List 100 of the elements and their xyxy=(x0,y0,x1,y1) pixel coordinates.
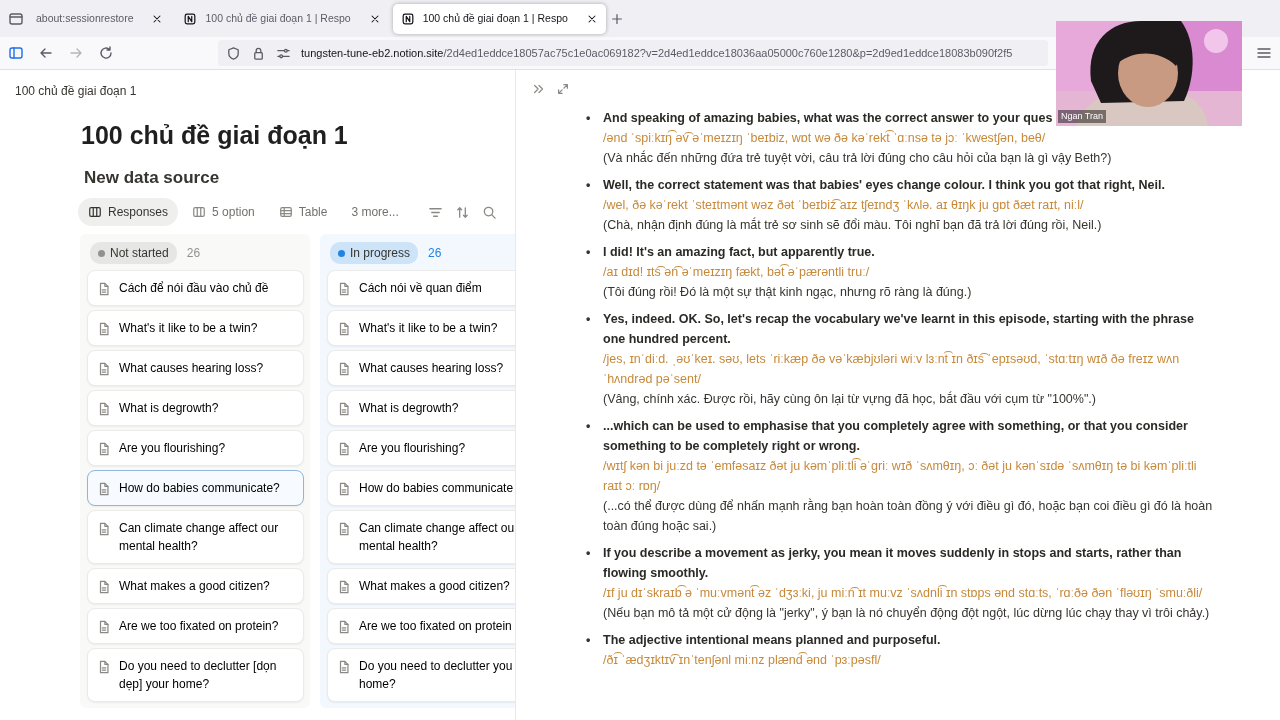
new-tab-icon[interactable] xyxy=(609,11,624,26)
board-card[interactable]: What is degrowth? xyxy=(327,390,515,426)
board-card[interactable]: Do you need to declutter [dọn dẹp] your home? xyxy=(87,648,304,702)
shield-icon xyxy=(226,45,241,61)
translation-text: (Và nhắc đến những đứa trẻ tuyệt vời, câu trả lời đúng cho câu hỏi của bạn là gì vậy Beth?) xyxy=(603,149,1112,167)
page-icon xyxy=(97,481,111,497)
page-icon xyxy=(97,281,111,297)
page-icon xyxy=(400,11,415,26)
page-icon xyxy=(337,441,351,457)
sentence-text: If you describe a movement as jerky, you mean it moves suddenly in stops and starts, rather than flowing smoothly. xyxy=(603,545,1183,582)
board-card[interactable]: What causes hearing loss? xyxy=(327,350,515,386)
page-icon xyxy=(97,659,111,675)
translation-text: (Tôi đúng rồi! Đó là một sự thật kinh ngạc, nhưng rõ ràng là đúng.) xyxy=(603,284,972,301)
reload-icon[interactable] xyxy=(98,45,114,61)
board-card[interactable]: Cách nói về quan điểm xyxy=(327,270,515,306)
bullet: • xyxy=(586,545,592,562)
phonetic-text: /ənd ˈspiːkɪŋ͡ əv͡ əˈmeɪzɪŋ ˈbeɪbiz, wɒt wə ðə kəˈrekt͡ ˈɑːnsə tə jɔː ˈkwestʃən, beθ/ xyxy=(603,129,1047,147)
breadcrumb[interactable]: 100 chủ đề giai đoạn 1 xyxy=(15,82,515,100)
more-views-button[interactable]: 3 more... xyxy=(341,198,409,226)
browser-tab[interactable]: 100 chủ đề giai đoạn 1 | Respo xyxy=(392,3,606,34)
board-icon xyxy=(88,205,102,219)
translation-text: (Vâng, chính xác. Được rồi, hãy cùng ôn lại từ vựng đã học, bắt đầu với cụm từ "100%".) xyxy=(603,390,1097,408)
browser-tab[interactable]: about:sessionrestore xyxy=(28,3,172,34)
participant-name: Ngan Tran xyxy=(1058,109,1107,123)
sentence-text: ...which can be used to emphasise that you completely agree with something, or that you consider something to be completely right or wrong. xyxy=(603,418,1189,455)
page-icon xyxy=(337,401,351,417)
view-tab[interactable]: 5 option xyxy=(182,198,265,226)
translation-text: (Chà, nhận định đúng là mắt trẻ sơ sinh sẽ đổi màu. Tôi nghĩ bạn đã trả lời đúng rồi, Neil.) xyxy=(603,216,1103,234)
card-count: 26 xyxy=(428,245,442,262)
translation-text: (Nếu bạn mô tả một cử động là "jerky", ý bạn là nó chuyển động đột ngột, lúc dừng lúc chạy thay vì trôi chảy.) xyxy=(603,605,1211,622)
menu-icon[interactable] xyxy=(1256,45,1272,61)
page-icon xyxy=(337,579,351,595)
collapse-icon[interactable] xyxy=(532,82,546,96)
board-card[interactable]: How do babies communicate? xyxy=(87,470,304,506)
database-title: New data source xyxy=(84,166,221,189)
board-card[interactable]: What's it like to be a twin? xyxy=(87,310,304,346)
lock-icon xyxy=(251,45,266,61)
board-card[interactable]: What is degrowth? xyxy=(87,390,304,426)
phonetic-text: /jes, ɪnˈdiːd. ˌəʊˈkeɪ. səʊ, lets ˈriːkæp ðə vəˈkæbjʊləri wiːv lɜːnt͡ ɪn ðɪs͡ ˈepɪsəʊd, ˈstɑːtɪŋ wɪð ðə freɪz wʌn ˈhʌndrəd pəˈsent/ xyxy=(603,350,1181,388)
board-card[interactable]: Can climate change affect ou mental health? xyxy=(327,510,515,564)
bullet: • xyxy=(586,110,592,127)
page-icon xyxy=(97,401,111,417)
page-icon xyxy=(97,579,111,595)
board-card[interactable]: What's it like to be a twin? xyxy=(327,310,515,346)
board-card[interactable]: Are we too fixated on protein? xyxy=(87,608,304,644)
board-icon xyxy=(192,205,207,219)
bullet: • xyxy=(586,418,592,435)
sentence-text: And speaking of amazing babies, what was the correct answer to your ques xyxy=(603,110,1053,127)
browser-tab[interactable]: 100 chủ đề giai đoạn 1 | Respo xyxy=(175,3,389,34)
status-tag: Not started xyxy=(90,242,177,264)
board-card[interactable]: What causes hearing loss? xyxy=(87,350,304,386)
page-icon xyxy=(337,619,351,635)
view-tab[interactable]: Table xyxy=(268,198,338,226)
page-icon xyxy=(337,361,351,377)
expand-icon[interactable] xyxy=(556,82,570,96)
page-icon xyxy=(97,441,111,457)
address-bar[interactable]: tungsten-tune-eb2.notion.site/2d4ed1eddce18057ac75c1e0ac069182?v=2d4ed1eddce18036aa05000c760e1280&p=2d9ed1eddce18083b090f2f5 xyxy=(218,40,1048,66)
url-text: tungsten-tune-eb2.notion.site/2d4ed1eddce18057ac75c1e0ac069182?v=2d4ed1eddce18036aa05000c760e1280&p=2d9ed1eddce18083b090f2f5 xyxy=(301,45,1013,61)
translation-text: (...có thể được dùng để nhấn mạnh rằng bạn hoàn toàn đồng ý với điều gì đó, hoặc bạn coi điều gì đó là hoàn toàn đúng hoặc sai.) xyxy=(603,497,1214,535)
board-card[interactable]: Cách để nói đầu vào chủ đề xyxy=(87,270,304,306)
view-tab[interactable]: Responses xyxy=(78,198,179,226)
page-title: 100 chủ đề giai đoạn 1 xyxy=(81,120,349,151)
sidebar-icon[interactable] xyxy=(8,45,24,61)
bullet: • xyxy=(586,311,592,328)
phonetic-text: /wɪtʃ kən bi juːzd tə ˈemfəsaɪz ðət ju kəmˈpliːtli͡ əˈgriː wɪð ˈsʌmθɪŋ, ɔː ðət ju kənˈsɪdə ˈsʌmθɪŋ tə bi kəmˈpliːtli raɪt ɔː rɒŋ/ xyxy=(603,457,1198,495)
phonetic-text: /ɪf ju dɪˈskraɪb͡ ə ˈmuːvmənt͡ əz ˈdʒɜːki, ju miːn͡ ɪt muːvz ˈsʌdnli͡ ɪn stɒps ənd stɑːts, ˈrɑːðə ðən ˈfləʊɪŋ ˈsmuːðli/ xyxy=(603,584,1204,602)
bullet: • xyxy=(586,177,592,194)
page-icon xyxy=(337,481,351,497)
board-card[interactable]: What makes a good citizen? xyxy=(87,568,304,604)
sentence-text: The adjective intentional means planned and purposeful. xyxy=(603,632,941,649)
board-card[interactable]: Can climate change affect our mental health? xyxy=(87,510,304,564)
bullet: • xyxy=(586,244,592,261)
search-icon[interactable] xyxy=(482,204,497,220)
tab-list-icon[interactable] xyxy=(8,10,24,27)
page-icon xyxy=(337,659,351,675)
board-card[interactable]: How do babies communicate xyxy=(327,470,515,506)
phonetic-text: /wel, ðə kəˈrekt ˈsteɪtmənt wəz ðət ˈbeɪbiz͡ aɪz tʃeɪndʒ ˈkʌlə. aɪ θɪŋk ju gɒt ðæt raɪt, niːl/ xyxy=(603,197,1085,214)
page-icon xyxy=(97,521,111,537)
phonetic-text: /aɪ dɪd! ɪts͡ ən͡ əˈmeɪzɪŋ fækt, bət͡ əˈpærəntli truː/ xyxy=(603,263,871,281)
sentence-text: Well, the correct statement was that babies' eyes change colour. I think you got that right, Neil. xyxy=(603,177,1165,194)
page-icon xyxy=(183,11,198,26)
status-tag: In progress xyxy=(330,242,419,264)
sentence-text: Yes, indeed. OK. So, let's recap the vocabulary we've learnt in this episode, starting with the phrase one hundred percent. xyxy=(603,311,1195,348)
page-icon xyxy=(97,619,111,635)
bullet: • xyxy=(586,632,592,649)
sort-icon[interactable] xyxy=(455,204,470,220)
sentence-text: I did! It's an amazing fact, but apparently true. xyxy=(603,244,875,261)
board-card[interactable]: Are we too fixated on protein xyxy=(327,608,515,644)
phonetic-text: /ðɪ͡ ˈædʒɪktɪv͡ ɪnˈtenʃənl miːnz plænd͡ ənd ˈpɜːpəsfl/ xyxy=(603,651,882,669)
card-count: 26 xyxy=(186,245,201,262)
page-icon xyxy=(97,361,111,377)
board-card[interactable]: What makes a good citizen? xyxy=(327,568,515,604)
page-icon xyxy=(337,321,351,337)
board-card[interactable]: Are you flourishing? xyxy=(87,430,304,466)
page-icon xyxy=(337,521,351,537)
board-card[interactable]: Do you need to declutter you home? xyxy=(327,648,515,702)
page-icon xyxy=(97,321,111,337)
page-icon xyxy=(337,281,351,297)
table-icon xyxy=(278,205,293,219)
board-card[interactable]: Are you flourishing? xyxy=(327,430,515,466)
